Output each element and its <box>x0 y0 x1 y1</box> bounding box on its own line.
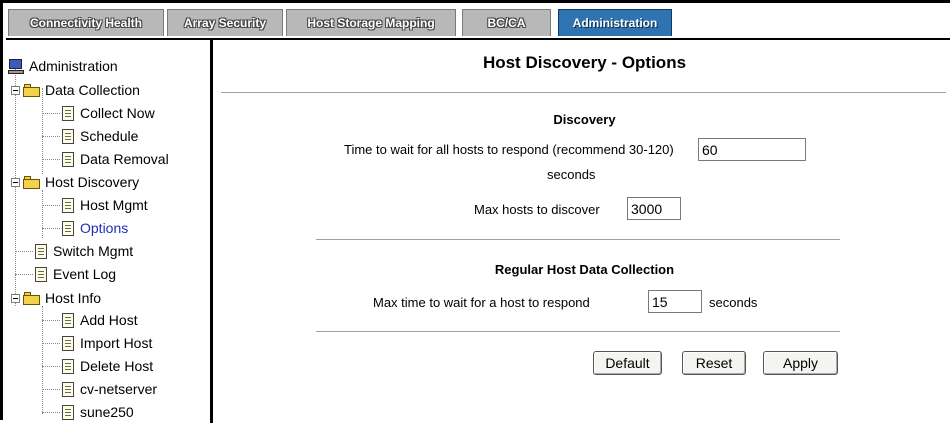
tree-connector <box>15 274 33 275</box>
wait-time-unit: seconds <box>547 167 596 182</box>
tree-item-label: Switch Mgmt <box>53 243 134 259</box>
tree-item-label: Add Host <box>80 312 138 328</box>
tree-connector <box>42 205 60 206</box>
navigation-tree: Administration Data Collection Collect N… <box>6 40 213 423</box>
wait-time-label: Time to wait for all hosts to respond (r… <box>344 142 674 157</box>
tree-connector <box>42 343 60 344</box>
tree-item-import-host[interactable]: Import Host <box>62 332 152 354</box>
title-divider <box>221 92 946 93</box>
tree-item-host-mgmt[interactable]: Host Mgmt <box>62 194 148 216</box>
tree-connector <box>42 412 60 413</box>
tree-item-label: Options <box>80 220 129 236</box>
document-icon <box>62 128 74 144</box>
tab-host-storage-mapping[interactable]: Host Storage Mapping <box>286 9 456 36</box>
folder-open-icon <box>23 175 40 189</box>
tree-item-label: Administration <box>29 58 118 74</box>
tree-item-host-discovery[interactable]: Host Discovery <box>23 171 139 193</box>
tree-item-label: Schedule <box>80 128 139 144</box>
tree-connector <box>15 68 16 306</box>
document-icon <box>62 197 74 213</box>
computer-icon <box>8 58 24 74</box>
tree-item-label: Delete Host <box>80 358 154 374</box>
document-icon <box>62 151 74 167</box>
main-content: Host Discovery - Options Discovery Time … <box>216 40 950 423</box>
tree-connector <box>42 320 60 321</box>
tab-administration[interactable]: Administration <box>558 9 672 36</box>
tree-item-administration[interactable]: Administration <box>8 55 118 77</box>
tree-item-label: Import Host <box>80 335 153 351</box>
document-icon <box>62 105 74 121</box>
tree-item-add-host[interactable]: Add Host <box>62 309 138 331</box>
tree-item-switch-mgmt[interactable]: Switch Mgmt <box>35 240 133 262</box>
document-icon <box>62 404 74 420</box>
document-icon <box>62 381 74 397</box>
document-icon <box>62 335 74 351</box>
wait-time-input[interactable] <box>698 138 806 161</box>
regular-collection-heading: Regular Host Data Collection <box>494 262 675 277</box>
tree-item-collect-now[interactable]: Collect Now <box>62 102 155 124</box>
tree-item-label: Host Info <box>45 290 102 306</box>
tree-item-label: Host Mgmt <box>80 197 148 213</box>
tab-array-security[interactable]: Array Security <box>167 9 283 36</box>
window-frame: Connectivity Health Array Security Host … <box>0 0 950 423</box>
tree-item-label: sune250 <box>80 404 134 420</box>
tree-item-label: cv-netserver <box>80 381 158 397</box>
tree-item-label: Data Removal <box>80 151 169 167</box>
tree-item-options[interactable]: Options <box>62 217 128 239</box>
max-hosts-input[interactable] <box>627 197 681 220</box>
tree-connector <box>42 190 43 238</box>
tree-connector <box>42 113 60 114</box>
max-time-unit: seconds <box>709 295 758 310</box>
collapse-host-info-toggle[interactable] <box>11 294 20 303</box>
tree-item-delete-host[interactable]: Delete Host <box>62 355 153 377</box>
tree-item-label: Event Log <box>53 266 117 282</box>
tab-bar: Connectivity Health Array Security Host … <box>6 6 950 40</box>
document-icon <box>62 220 74 236</box>
tree-item-label: Host Discovery <box>45 174 140 190</box>
tree-item-data-collection[interactable]: Data Collection <box>23 79 140 101</box>
tree-item-host-info[interactable]: Host Info <box>23 287 101 309</box>
tree-item-label: Data Collection <box>45 82 140 98</box>
folder-open-icon <box>23 291 40 305</box>
tree-item-cv-netserver[interactable]: cv-netserver <box>62 378 157 400</box>
folder-open-icon <box>23 83 40 97</box>
section-divider <box>316 239 840 240</box>
tree-item-event-log[interactable]: Event Log <box>35 263 116 285</box>
tab-bc-ca[interactable]: BC/CA <box>462 9 551 36</box>
max-time-label: Max time to wait for a host to respond <box>373 295 590 310</box>
document-icon <box>35 266 47 282</box>
tree-item-schedule[interactable]: Schedule <box>62 125 138 147</box>
tree-connector <box>42 136 60 137</box>
document-icon <box>62 358 74 374</box>
document-icon <box>35 243 47 259</box>
page-title: Host Discovery - Options <box>482 53 687 72</box>
tree-connector <box>42 366 60 367</box>
max-hosts-label: Max hosts to discover <box>474 202 600 217</box>
tab-connectivity-health[interactable]: Connectivity Health <box>8 9 164 36</box>
tree-connector <box>42 228 60 229</box>
tree-connector <box>42 306 43 414</box>
discovery-heading: Discovery <box>553 112 616 127</box>
reset-button[interactable]: Reset <box>682 351 746 375</box>
default-button[interactable]: Default <box>593 351 662 375</box>
max-time-input[interactable] <box>648 290 702 313</box>
tree-connector <box>42 159 60 160</box>
tree-connector <box>15 251 33 252</box>
collapse-host-discovery-toggle[interactable] <box>11 178 20 187</box>
section-divider <box>316 331 840 332</box>
apply-button[interactable]: Apply <box>763 351 838 375</box>
tree-item-data-removal[interactable]: Data Removal <box>62 148 169 170</box>
collapse-data-collection-toggle[interactable] <box>11 86 20 95</box>
document-icon <box>62 312 74 328</box>
tree-connector <box>42 389 60 390</box>
tree-item-label: Collect Now <box>80 105 155 121</box>
